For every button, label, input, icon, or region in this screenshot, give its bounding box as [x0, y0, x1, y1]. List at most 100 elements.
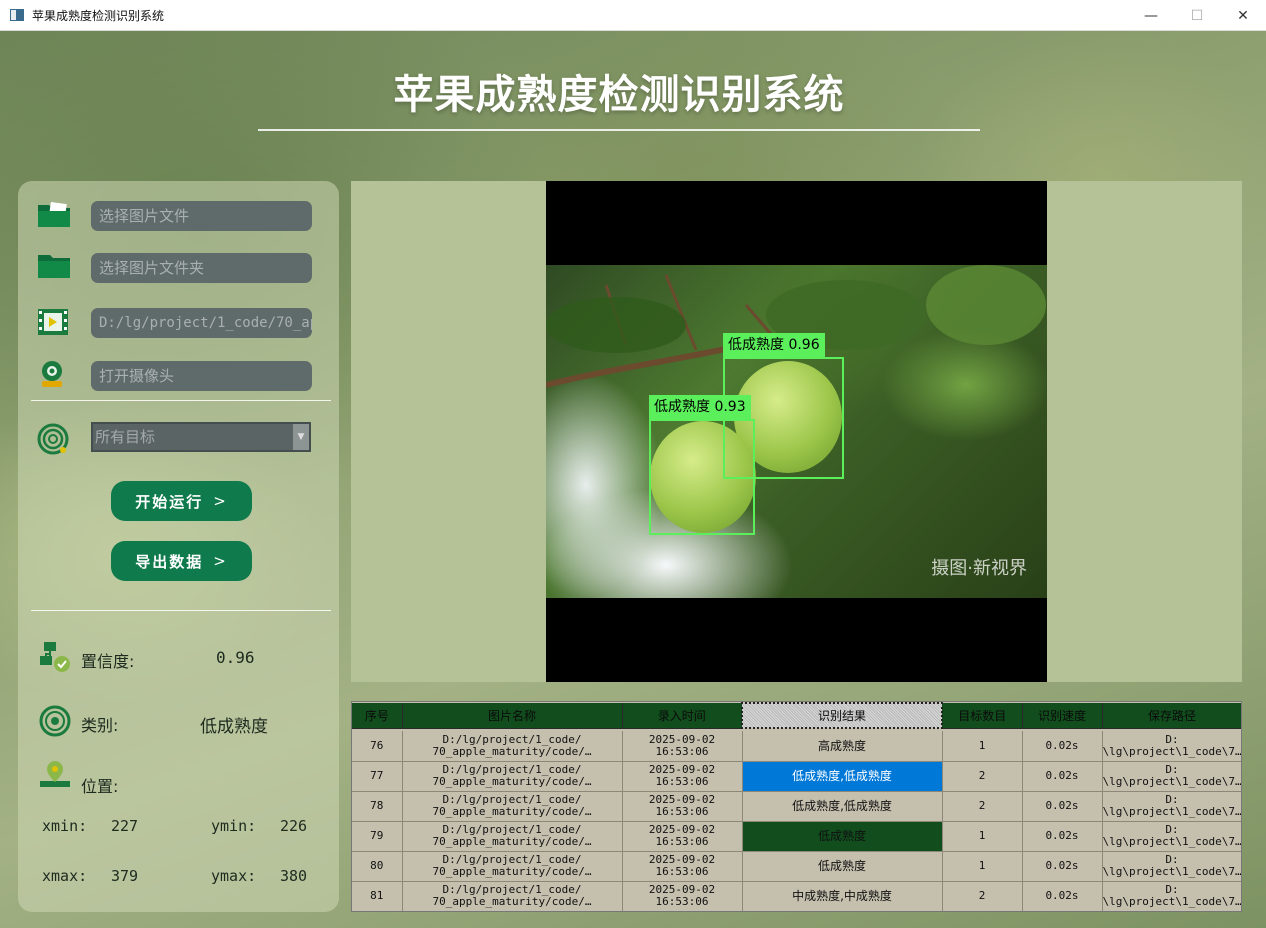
cell-path-line2: \lg\project\1_code\7…: [1102, 775, 1242, 788]
video-file-input[interactable]: D:/lg/project/1_code/70_apple_maturity: [91, 308, 312, 338]
image-folder-icon: [36, 199, 72, 231]
cell-index[interactable]: 81: [352, 881, 403, 911]
chevron-right-icon: >: [213, 552, 228, 570]
target-icon: [36, 422, 72, 455]
cell-result[interactable]: 低成熟度: [742, 851, 943, 882]
divider: [31, 400, 331, 401]
xmax-label: xmax:: [42, 867, 88, 885]
cell-result[interactable]: 中成熟度,中成熟度: [742, 881, 943, 911]
confidence-label: 置信度:: [81, 652, 135, 671]
col-header-speed[interactable]: 识别速度: [1022, 703, 1103, 729]
image-folder-input[interactable]: 选择图片文件夹: [91, 253, 312, 283]
control-panel: 选择图片文件 选择图片文件夹 D:/lg/project/1_code/70_a…: [18, 181, 339, 912]
cell-name[interactable]: D:/lg/project/1_code/70_apple_maturity/c…: [402, 851, 623, 882]
cell-path-line2: \lg\project\1_code\7…: [1102, 895, 1242, 908]
cell-result[interactable]: 低成熟度,低成熟度: [742, 791, 943, 822]
close-button[interactable]: ✕: [1220, 0, 1266, 31]
cell-path[interactable]: D: \lg\project\1_code\7…: [1102, 731, 1242, 762]
ymin-value: 226: [280, 817, 308, 835]
cell-speed[interactable]: 0.02s: [1022, 851, 1103, 882]
col-header-result[interactable]: 识别结果: [741, 702, 943, 729]
cell-count[interactable]: 1: [942, 821, 1023, 852]
maximize-button[interactable]: ☐: [1174, 0, 1220, 31]
target-select-value: 所有目标: [95, 428, 156, 446]
cell-speed[interactable]: 0.02s: [1022, 761, 1103, 792]
cell-speed[interactable]: 0.02s: [1022, 821, 1103, 852]
cell-name[interactable]: D:/lg/project/1_code/70_apple_maturity/c…: [402, 731, 623, 762]
window-controls: — ☐ ✕: [1128, 0, 1266, 31]
video-icon: [36, 307, 72, 339]
xmin-value: 227: [111, 817, 139, 835]
cell-path-line2: \lg\project\1_code\7…: [1102, 865, 1242, 878]
cell-clock: 16:53:06: [655, 895, 709, 908]
cell-path[interactable]: D: \lg\project\1_code\7…: [1102, 881, 1242, 911]
ymin-label: ymin:: [211, 817, 257, 835]
start-button[interactable]: 开始运行 >: [111, 481, 252, 521]
table-row[interactable]: 79 D:/lg/project/1_code/70_apple_maturit…: [352, 821, 1242, 852]
cell-count[interactable]: 2: [942, 761, 1023, 792]
cell-clock: 16:53:06: [655, 835, 709, 848]
cell-name-line2: 70_apple_maturity/code/…: [432, 835, 592, 848]
cell-name[interactable]: D:/lg/project/1_code/70_apple_maturity/c…: [402, 791, 623, 822]
confidence-icon: [38, 640, 74, 672]
detection-box: [649, 419, 755, 535]
cell-name[interactable]: D:/lg/project/1_code/70_apple_maturity/c…: [402, 821, 623, 852]
category-icon: [38, 704, 74, 737]
cell-path[interactable]: D: \lg\project\1_code\7…: [1102, 791, 1241, 822]
results-table[interactable]: 序号 图片名称 录入时间 识别结果 目标数目 识别速度 保存路径 76 D:/l…: [351, 701, 1242, 912]
window-titlebar: 苹果成熟度检测识别系统 — ☐ ✕: [0, 0, 1266, 31]
cell-time[interactable]: 2025-09-02 16:53:06: [622, 881, 743, 911]
col-header-index[interactable]: 序号: [352, 703, 403, 729]
cell-time[interactable]: 2025-09-02 16:53:06: [622, 761, 743, 792]
cell-time[interactable]: 2025-09-02 16:53:06: [622, 791, 743, 822]
cell-count[interactable]: 1: [942, 851, 1023, 882]
table-row[interactable]: 80 D:/lg/project/1_code/70_apple_maturit…: [352, 851, 1242, 882]
cell-time[interactable]: 2025-09-02 16:53:06: [622, 731, 743, 762]
cell-count[interactable]: 2: [942, 881, 1023, 911]
cell-speed[interactable]: 0.02s: [1022, 731, 1103, 762]
watermark: 摄图·新视界: [931, 558, 1027, 579]
col-header-name[interactable]: 图片名称: [402, 703, 623, 729]
cell-result[interactable]: 低成熟度: [742, 821, 943, 852]
cell-path-line2: \lg\project\1_code\7…: [1102, 744, 1242, 758]
cell-index[interactable]: 77: [352, 761, 403, 792]
camera-icon: [36, 359, 72, 391]
cell-index[interactable]: 76: [352, 731, 403, 762]
table-row[interactable]: 78 D:/lg/project/1_code/70_apple_maturit…: [352, 791, 1241, 822]
cell-index[interactable]: 78: [352, 791, 403, 822]
chevron-down-icon[interactable]: ▼: [293, 424, 309, 450]
export-button-label: 导出数据: [135, 552, 204, 571]
detection-image: 低成熟度 0.96 低成熟度 0.93 摄图·新视界: [546, 265, 1047, 598]
cell-path[interactable]: D: \lg\project\1_code\7…: [1102, 851, 1242, 882]
cell-name[interactable]: D:/lg/project/1_code/70_apple_maturity/c…: [402, 881, 623, 911]
cell-speed[interactable]: 0.02s: [1022, 881, 1103, 911]
cell-index[interactable]: 79: [352, 821, 403, 852]
col-header-path[interactable]: 保存路径: [1102, 703, 1241, 729]
camera-input[interactable]: 打开摄像头: [91, 361, 312, 391]
cell-count[interactable]: 1: [942, 731, 1023, 762]
cell-count[interactable]: 2: [942, 791, 1023, 822]
position-label: 位置:: [81, 777, 119, 796]
cell-index[interactable]: 80: [352, 851, 403, 882]
cell-path[interactable]: D: \lg\project\1_code\7…: [1102, 761, 1242, 792]
cell-path-line2: \lg\project\1_code\7…: [1102, 835, 1242, 848]
xmax-value: 379: [111, 867, 139, 885]
col-header-time[interactable]: 录入时间: [622, 703, 743, 729]
cell-name-line2: 70_apple_maturity/code/…: [432, 775, 592, 788]
target-select[interactable]: 所有目标 ▼: [91, 422, 311, 452]
cell-result[interactable]: 高成熟度: [742, 731, 943, 762]
cell-name[interactable]: D:/lg/project/1_code/70_apple_maturity/c…: [402, 761, 623, 792]
col-header-count[interactable]: 目标数目: [942, 703, 1023, 729]
table-row[interactable]: 81 D:/lg/project/1_code/70_apple_maturit…: [352, 881, 1242, 911]
cell-time[interactable]: 2025-09-02 16:53:06: [622, 851, 743, 882]
cell-speed[interactable]: 0.02s: [1022, 791, 1103, 822]
image-file-input[interactable]: 选择图片文件: [91, 201, 312, 231]
cell-clock: 16:53:06: [655, 865, 709, 878]
minimize-button[interactable]: —: [1128, 0, 1174, 31]
table-row[interactable]: 76 D:/lg/project/1_code/70_apple_maturit…: [352, 731, 1242, 762]
cell-time[interactable]: 2025-09-02 16:53:06: [622, 821, 743, 852]
table-row[interactable]: 77 D:/lg/project/1_code/70_apple_maturit…: [352, 761, 1242, 792]
export-button[interactable]: 导出数据 >: [111, 541, 252, 581]
cell-result[interactable]: 低成熟度,低成熟度: [742, 761, 943, 792]
cell-path[interactable]: D: \lg\project\1_code\7…: [1102, 821, 1242, 852]
